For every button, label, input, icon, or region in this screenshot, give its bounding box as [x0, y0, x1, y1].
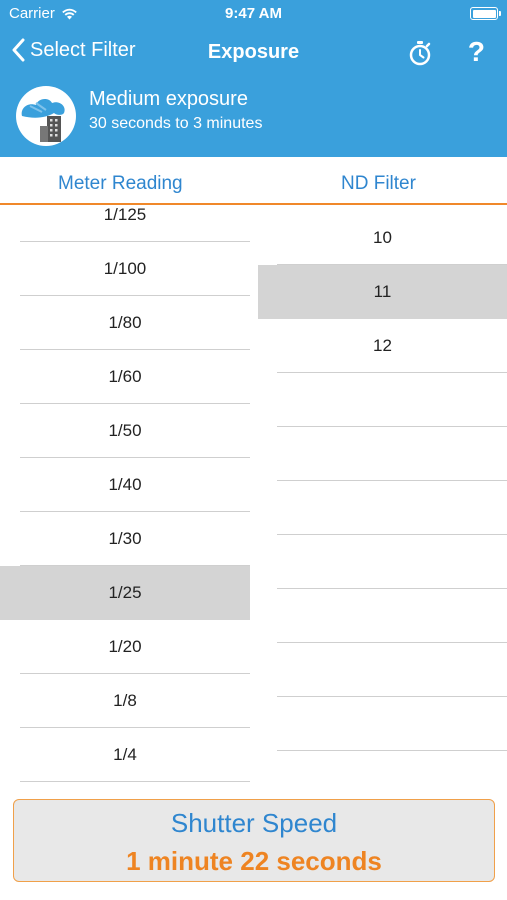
picker-row[interactable]: 1/30	[0, 512, 250, 566]
meter-reading-picker[interactable]: 1/125 1/100 1/80 1/60 1/50 1/40 1/30 1/25 1/20 1/…	[0, 207, 257, 787]
picker-row-empty	[258, 535, 507, 589]
column-headers: Meter Reading ND Filter	[0, 157, 507, 205]
tab-nd-filter[interactable]: ND Filter	[341, 173, 416, 195]
picker-row-empty	[258, 427, 507, 481]
picker-row-empty	[258, 373, 507, 427]
picker-row[interactable]: 12	[258, 319, 507, 373]
picker-row[interactable]: 1/50	[0, 404, 250, 458]
picker-row[interactable]: 1/8	[0, 674, 250, 728]
picker-row-empty	[258, 643, 507, 697]
tab-meter-reading[interactable]: Meter Reading	[58, 173, 183, 195]
picker-row[interactable]: 1/100	[0, 242, 250, 296]
shutter-speed-result: Shutter Speed 1 minute 22 seconds	[13, 799, 495, 882]
picker-row[interactable]: 1/60	[0, 350, 250, 404]
help-button[interactable]: ?	[468, 36, 485, 68]
picker-row[interactable]: 1/4	[0, 728, 250, 782]
back-button[interactable]: Select Filter	[12, 38, 136, 62]
nd-filter-picker[interactable]: 10 11 12	[258, 207, 507, 787]
filter-description: 30 seconds to 3 minutes	[89, 115, 263, 132]
timer-button[interactable]	[407, 40, 433, 71]
chevron-left-icon	[12, 38, 25, 62]
picker-row[interactable]: 10	[258, 211, 507, 265]
navigation-bar: Select Filter Exposure ?	[0, 28, 507, 80]
picker-row[interactable]: 1/25	[0, 566, 250, 620]
status-time: 9:47 AM	[225, 5, 282, 22]
picker-row[interactable]: 1/20	[0, 620, 250, 674]
exposure-avatar	[16, 86, 76, 146]
picker-row[interactable]: 1/80	[0, 296, 250, 350]
picker-row-empty	[258, 589, 507, 643]
filter-banner: Medium exposure 30 seconds to 3 minutes	[0, 80, 507, 157]
shutter-speed-label: Shutter Speed	[170, 808, 338, 838]
city-exposure-icon	[21, 99, 65, 142]
picker-row[interactable]: 1/40	[0, 458, 250, 512]
stopwatch-icon	[409, 41, 431, 66]
status-bar: Carrier 9:47 AM	[0, 0, 507, 28]
picker-row-empty	[258, 697, 507, 751]
picker-row[interactable]: 1/125	[0, 207, 250, 242]
battery-icon	[470, 7, 501, 20]
filter-name: Medium exposure	[89, 88, 248, 110]
back-button-label: Select Filter	[30, 38, 136, 61]
shutter-speed-value: 1 minute 22 seconds	[126, 846, 382, 876]
picker-row-empty	[258, 481, 507, 535]
picker-row[interactable]: 11	[258, 265, 507, 319]
